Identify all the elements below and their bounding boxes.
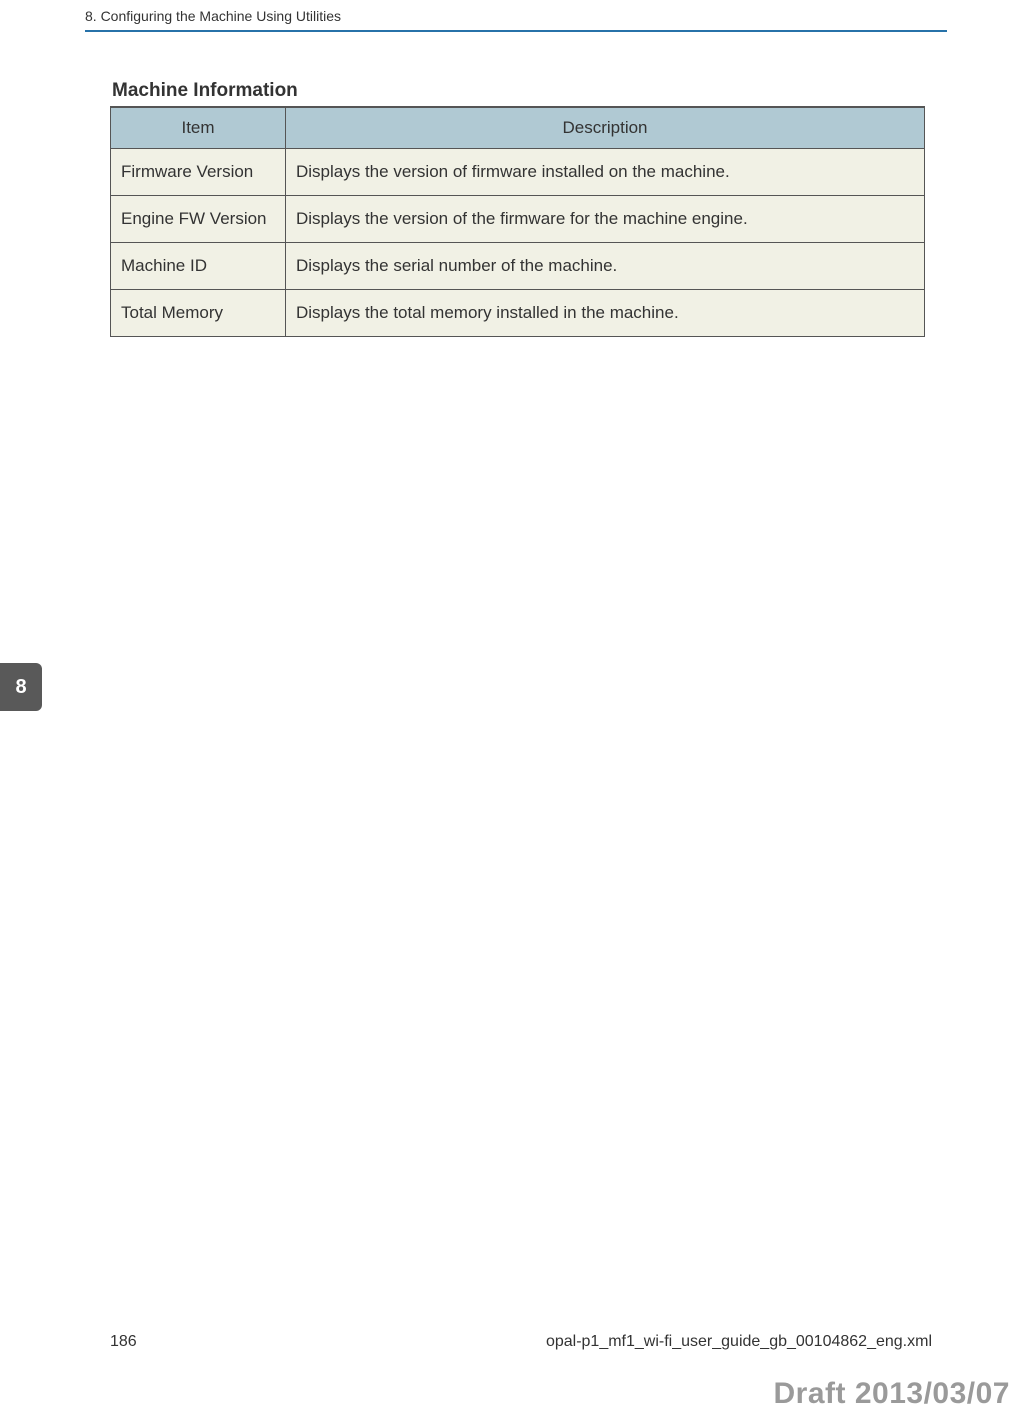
- cell-item: Machine ID: [111, 243, 286, 290]
- cell-item: Engine FW Version: [111, 196, 286, 243]
- column-header-item: Item: [111, 108, 286, 149]
- table-row: Firmware Version Displays the version of…: [111, 149, 925, 196]
- cell-description: Displays the total memory installed in t…: [286, 290, 925, 337]
- main-content: Machine Information Item Description Fir…: [110, 80, 925, 337]
- cell-description: Displays the version of firmware install…: [286, 149, 925, 196]
- chapter-number: 8: [15, 676, 26, 699]
- cell-description: Displays the version of the firmware for…: [286, 196, 925, 243]
- table-header-row: Item Description: [111, 108, 925, 149]
- running-header: 8. Configuring the Machine Using Utiliti…: [85, 8, 341, 24]
- section-title: Machine Information: [110, 80, 925, 104]
- header-divider: [85, 30, 947, 32]
- page-number: 186: [110, 1333, 137, 1351]
- cell-item: Total Memory: [111, 290, 286, 337]
- cell-item: Firmware Version: [111, 149, 286, 196]
- section-title-wrap: Machine Information: [110, 80, 925, 107]
- draft-watermark: Draft 2013/03/07: [774, 1377, 1011, 1411]
- cell-description: Displays the serial number of the machin…: [286, 243, 925, 290]
- column-header-description: Description: [286, 108, 925, 149]
- footer-source-file: opal-p1_mf1_wi-fi_user_guide_gb_00104862…: [546, 1333, 932, 1351]
- table-row: Machine ID Displays the serial number of…: [111, 243, 925, 290]
- page-footer: 186 opal-p1_mf1_wi-fi_user_guide_gb_0010…: [110, 1333, 932, 1351]
- table-row: Total Memory Displays the total memory i…: [111, 290, 925, 337]
- table-row: Engine FW Version Displays the version o…: [111, 196, 925, 243]
- machine-info-table: Item Description Firmware Version Displa…: [110, 107, 925, 337]
- chapter-tab: 8: [0, 663, 42, 711]
